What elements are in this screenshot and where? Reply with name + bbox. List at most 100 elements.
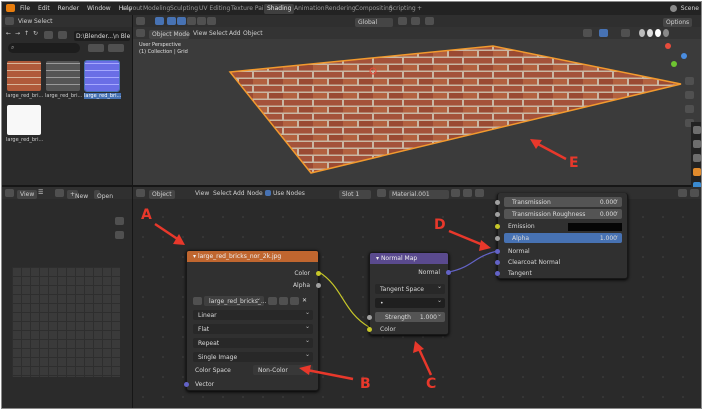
transmission-label: Transmission	[512, 199, 551, 206]
tool-tab-icon[interactable]	[693, 126, 701, 134]
interpolation-dropdown[interactable]: Linear	[193, 309, 313, 320]
output-color-label: Color	[294, 270, 310, 277]
scene-icon[interactable]	[670, 5, 677, 12]
image-source-dropdown[interactable]: Single Image	[193, 351, 313, 362]
input-transmission-roughness-socket[interactable]	[495, 212, 500, 217]
open-image-icon[interactable]	[290, 297, 299, 305]
hand-pan-icon[interactable]	[115, 231, 124, 239]
input-clearcoat-normal-socket[interactable]	[495, 260, 500, 265]
transmission-value: 0.000	[599, 199, 617, 206]
new-image-label: New	[75, 193, 89, 200]
bookmark-icon[interactable]	[58, 31, 67, 39]
input-strength-socket[interactable]	[367, 315, 372, 320]
image-editor[interactable]: View ☰ + New Open	[2, 187, 132, 408]
strength-slider[interactable]: Strength 1.000	[375, 311, 445, 322]
thumbnail-diffuse[interactable]	[7, 61, 41, 91]
annotation-arrow-b	[299, 365, 354, 381]
camera-icon[interactable]	[685, 105, 694, 113]
fake-user-icon[interactable]	[268, 297, 277, 305]
new-image-button[interactable]: + New	[67, 190, 88, 200]
back-arrow-icon[interactable]: ←	[6, 30, 11, 37]
shader-node-editor[interactable]: Object View Select Add Node Use Nodes Sl…	[133, 187, 701, 408]
open-image-button[interactable]: Open	[94, 190, 113, 200]
blender-logo-icon[interactable]	[6, 4, 15, 12]
add-workspace-button[interactable]: +	[414, 4, 425, 14]
collapse-icon[interactable]: ▾	[193, 253, 196, 260]
3d-viewport[interactable]: Global Options Object Mode View Select A…	[133, 15, 702, 185]
x-axis-icon[interactable]	[665, 43, 671, 49]
image-editor-header: View ☰ + New Open	[2, 187, 132, 200]
image-browse-icon[interactable]	[193, 297, 202, 305]
collapse-icon[interactable]: ▾	[376, 255, 379, 262]
input-alpha-socket[interactable]	[495, 236, 500, 241]
directory-path-field[interactable]: D:\Blender...\n Blender\	[74, 31, 130, 41]
filebrowser-menu-view[interactable]: View	[18, 18, 32, 25]
output-tab-icon[interactable]	[693, 154, 701, 162]
thumbnail-displacement[interactable]	[46, 61, 80, 91]
hamburger-menu-icon[interactable]: ☰	[38, 189, 43, 196]
y-axis-icon[interactable]	[671, 61, 677, 67]
menu-edit[interactable]: Edit	[38, 5, 50, 12]
image-node-title: large_red_bricks_nor_2k.jpg	[197, 253, 282, 260]
emission-color-swatch[interactable]	[568, 223, 622, 231]
emission-label: Emission	[508, 223, 535, 230]
search-input[interactable]: ⌕	[8, 43, 80, 53]
projection-dropdown[interactable]: Flat	[193, 323, 313, 334]
input-emission-socket[interactable]	[495, 224, 500, 229]
scene-name[interactable]: Scene	[681, 5, 699, 12]
image-editor-view-menu[interactable]: View	[17, 190, 38, 199]
brick-plane[interactable]	[133, 15, 702, 185]
zoom-icon[interactable]	[115, 217, 124, 225]
output-alpha-label: Alpha	[292, 282, 310, 289]
input-color-label: Color	[380, 326, 396, 333]
image-node-header[interactable]: ▾ large_red_bricks_nor_2k.jpg	[187, 251, 318, 262]
input-normal-socket[interactable]	[495, 249, 500, 254]
image-browse-icon[interactable]	[55, 189, 64, 197]
output-normal-socket[interactable]	[446, 270, 451, 275]
uv-map-field[interactable]: •	[375, 297, 445, 308]
output-color-socket[interactable]	[316, 271, 321, 276]
menu-window[interactable]: Window	[87, 5, 111, 12]
filter-icon[interactable]	[108, 44, 124, 52]
tab-shading[interactable]: Shading	[264, 4, 295, 14]
extension-dropdown[interactable]: Repeat	[193, 337, 313, 348]
filebrowser-menu-select[interactable]: Select	[34, 18, 53, 25]
parent-dir-icon[interactable]: ↑	[24, 30, 29, 37]
input-color-socket[interactable]	[367, 327, 372, 332]
normal-space-dropdown[interactable]: Tangent Space	[375, 283, 445, 294]
render-tab-icon[interactable]	[693, 140, 701, 148]
annotation-b: B	[360, 376, 371, 392]
clearcoat-normal-label: Clearcoat Normal	[508, 259, 561, 266]
thumbnail-normal-selected[interactable]	[84, 60, 120, 92]
strength-label: Strength	[385, 314, 411, 321]
menu-render[interactable]: Render	[58, 5, 79, 12]
input-tangent-socket[interactable]	[495, 271, 500, 276]
new-folder-icon[interactable]	[44, 31, 53, 39]
normal-node-header[interactable]: ▾ Normal Map	[370, 253, 448, 264]
editor-type-icon[interactable]	[5, 17, 14, 25]
image-name-field[interactable]: large_red_bricks_...	[204, 295, 267, 306]
editor-type-icon[interactable]	[5, 189, 14, 197]
transmission-roughness-slider[interactable]: Transmission Roughness 0.000	[504, 208, 622, 219]
copy-image-icon[interactable]	[279, 297, 288, 305]
output-normal-label: Normal	[418, 269, 440, 276]
z-axis-icon[interactable]	[681, 53, 687, 59]
alpha-slider[interactable]: Alpha 1.000	[504, 232, 622, 243]
input-vector-label: Vector	[195, 381, 215, 388]
annotation-arrow-c	[413, 341, 433, 376]
input-transmission-socket[interactable]	[495, 200, 500, 205]
normal-map-node[interactable]: ▾ Normal Map Normal Tangent Space • Stre…	[367, 252, 451, 335]
display-mode-icon[interactable]	[88, 44, 104, 52]
principled-bsdf-node[interactable]: Transmission 0.000 Transmission Roughnes…	[495, 193, 628, 279]
thumbnail-roughness[interactable]	[7, 105, 41, 135]
zoom-icon[interactable]	[685, 77, 694, 85]
input-vector-socket[interactable]	[184, 382, 189, 387]
unlink-image-icon[interactable]: ✕	[302, 297, 307, 304]
output-alpha-socket[interactable]	[316, 283, 321, 288]
menu-file[interactable]: File	[20, 5, 30, 12]
refresh-icon[interactable]: ↻	[33, 30, 38, 37]
hand-pan-icon[interactable]	[685, 91, 694, 99]
transmission-slider[interactable]: Transmission 0.000	[504, 196, 622, 207]
forward-arrow-icon[interactable]: →	[15, 30, 20, 37]
object-tab-icon[interactable]	[693, 168, 701, 176]
